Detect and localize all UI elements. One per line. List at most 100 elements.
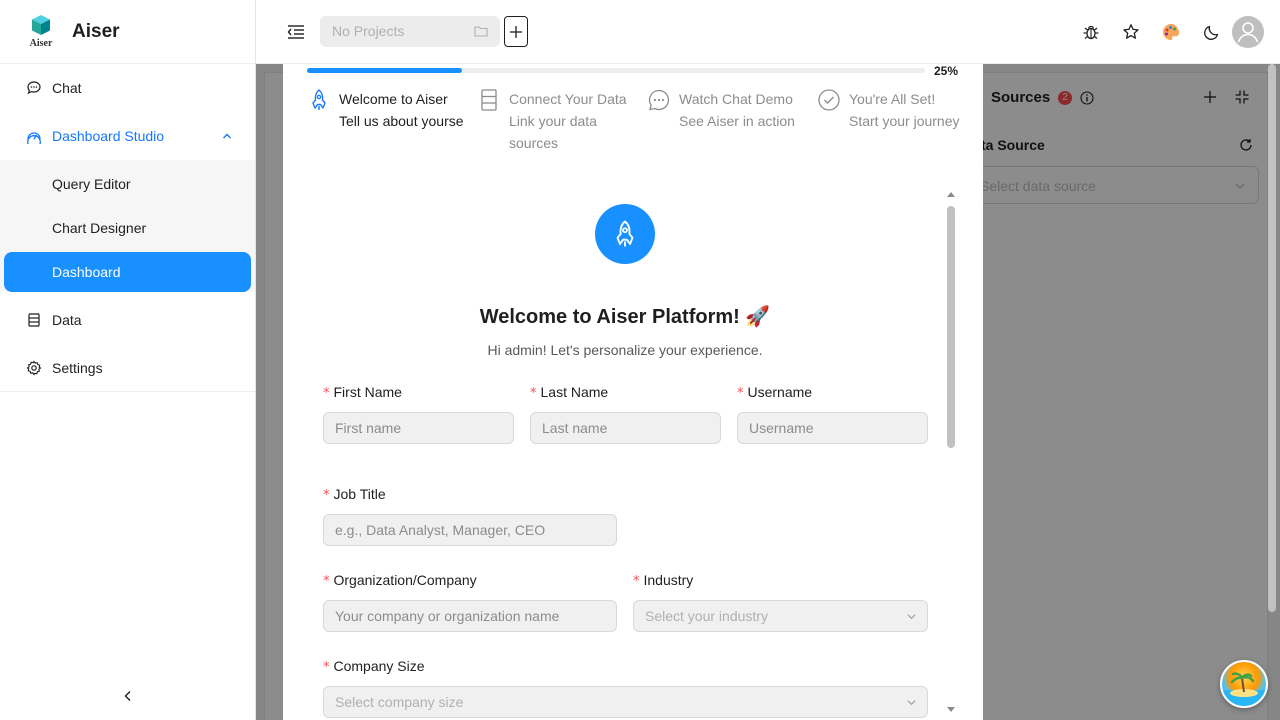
gear-icon [26, 360, 42, 376]
required-mark: * [323, 574, 330, 589]
sidebar-item-label: Dashboard Studio [52, 128, 165, 144]
organization-field: * Organization/Company [323, 569, 617, 632]
company-size-label: * Company Size [323, 655, 928, 677]
user-icon [1237, 22, 1259, 43]
scroll-up-arrow-icon[interactable] [947, 192, 955, 197]
first-name-input[interactable] [323, 412, 514, 444]
step-description: Start your journey [849, 113, 960, 129]
job-title-input[interactable] [323, 514, 617, 546]
onboarding-progress-bar [307, 68, 925, 73]
industry-select[interactable]: Select your industry [633, 600, 928, 632]
assistant-launcher-button[interactable] [1220, 660, 1268, 708]
welcome-subtitle: Hi admin! Let's personalize your experie… [487, 342, 763, 358]
chevron-left-icon [124, 691, 131, 701]
favorites-button[interactable] [1121, 22, 1141, 42]
sidebar-item-label: Dashboard [52, 264, 121, 280]
main-nav: Chat Dashboard Studio Query Editor Chart… [0, 64, 255, 392]
step-title: Welcome to Aiser [339, 91, 448, 107]
app-name: Aiser [72, 20, 120, 42]
field-label-text: Industry [643, 572, 694, 588]
step-chat-demo[interactable]: Watch Chat Demo See Aiser in action [647, 88, 795, 132]
industry-label: * Industry [633, 569, 928, 591]
last-name-input[interactable] [530, 412, 721, 444]
step-description: See Aiser in action [679, 113, 795, 129]
progress-percent: 25% [934, 64, 959, 78]
page-scrollbar[interactable] [1268, 64, 1276, 612]
dark-mode-toggle[interactable] [1202, 22, 1222, 42]
dashboard-icon [26, 128, 42, 144]
first-name-field: * First Name [323, 381, 514, 444]
menu-fold-icon [287, 25, 304, 39]
industry-field: * Industry Select your industry [633, 569, 928, 632]
organization-label: * Organization/Company [323, 569, 617, 591]
menu-toggle-button[interactable] [286, 22, 306, 42]
sidebar-item-dashboard-studio[interactable]: Dashboard Studio [0, 112, 255, 160]
step-all-set[interactable]: You're All Set! Start your journey [817, 88, 960, 132]
collapse-sidebar-button[interactable] [118, 686, 138, 706]
project-select-placeholder: No Projects [332, 23, 405, 39]
chat-icon [26, 80, 42, 96]
island-avatar-icon [1222, 672, 1266, 706]
job-title-label: * Job Title [323, 483, 617, 505]
username-field: * Username [737, 381, 928, 444]
rocket-icon [616, 220, 634, 247]
required-mark: * [323, 386, 330, 401]
add-project-button[interactable] [504, 16, 528, 47]
brand[interactable]: Aiser Aiser [0, 0, 255, 64]
last-name-field: * Last Name [530, 381, 721, 444]
onboarding-steps: Welcome to Aiser Tell us about yourse Co… [307, 88, 967, 158]
chat-bubble-icon [648, 89, 670, 111]
step-title: You're All Set! [849, 91, 936, 107]
step-title: Watch Chat Demo [679, 91, 793, 107]
check-circle-icon [818, 89, 840, 111]
logo-text: Aiser [29, 37, 53, 49]
onboarding-modal: 25% Welcome to Aiser Tell us about yours… [283, 64, 983, 720]
sidebar-item-query-editor[interactable]: Query Editor [4, 164, 251, 204]
theme-palette-button[interactable] [1161, 22, 1181, 42]
field-label-text: Job Title [333, 486, 386, 502]
star-icon [1123, 24, 1139, 39]
bug-icon [1083, 25, 1099, 40]
moon-icon [1204, 25, 1219, 40]
sidebar-item-chat[interactable]: Chat [0, 64, 255, 112]
sidebar-item-settings[interactable]: Settings [0, 344, 255, 392]
plus-icon [510, 25, 522, 38]
company-size-select[interactable]: Select company size [323, 686, 928, 718]
welcome-hero-icon [595, 204, 655, 264]
chevron-down-icon [907, 614, 916, 620]
scroll-down-arrow-icon[interactable] [947, 707, 955, 712]
top-header: No Projects [256, 0, 1280, 64]
cube-logo-icon [32, 14, 50, 35]
palette-icon [1163, 24, 1179, 40]
modal-scrollbar[interactable] [945, 192, 957, 720]
username-input[interactable] [737, 412, 928, 444]
field-label-text: Username [747, 384, 813, 400]
database-icon [26, 312, 42, 328]
step-connect-data[interactable]: Connect Your Data Link your data sources [477, 88, 639, 154]
sidebar-item-data[interactable]: Data [0, 296, 255, 344]
required-mark: * [633, 574, 640, 589]
step-welcome[interactable]: Welcome to Aiser Tell us about yourse [307, 88, 467, 132]
industry-select-placeholder: Select your industry [645, 608, 768, 624]
bug-report-button[interactable] [1081, 22, 1101, 42]
sidebar-item-label: Data [52, 312, 82, 328]
progress-fill [307, 68, 462, 73]
organization-input[interactable] [323, 600, 617, 632]
sidebar-item-label: Chat [52, 80, 82, 96]
folder-icon [474, 26, 488, 37]
chevron-down-icon [907, 700, 916, 706]
required-mark: * [323, 660, 330, 675]
first-name-label: * First Name [323, 381, 514, 403]
step-description: Link your data sources [509, 113, 597, 151]
app-logo: Aiser [26, 13, 56, 51]
welcome-title: Welcome to Aiser Platform! 🚀 [479, 306, 771, 328]
required-mark: * [737, 386, 744, 401]
sidebar-item-chart-designer[interactable]: Chart Designer [4, 208, 251, 248]
user-avatar[interactable] [1232, 16, 1264, 48]
sidebar-item-label: Query Editor [52, 176, 131, 192]
rocket-icon [312, 89, 326, 110]
project-select[interactable]: No Projects [320, 16, 500, 47]
sidebar-item-dashboard[interactable]: Dashboard [4, 252, 251, 292]
field-label-text: First Name [333, 384, 402, 400]
database-icon [481, 89, 497, 111]
